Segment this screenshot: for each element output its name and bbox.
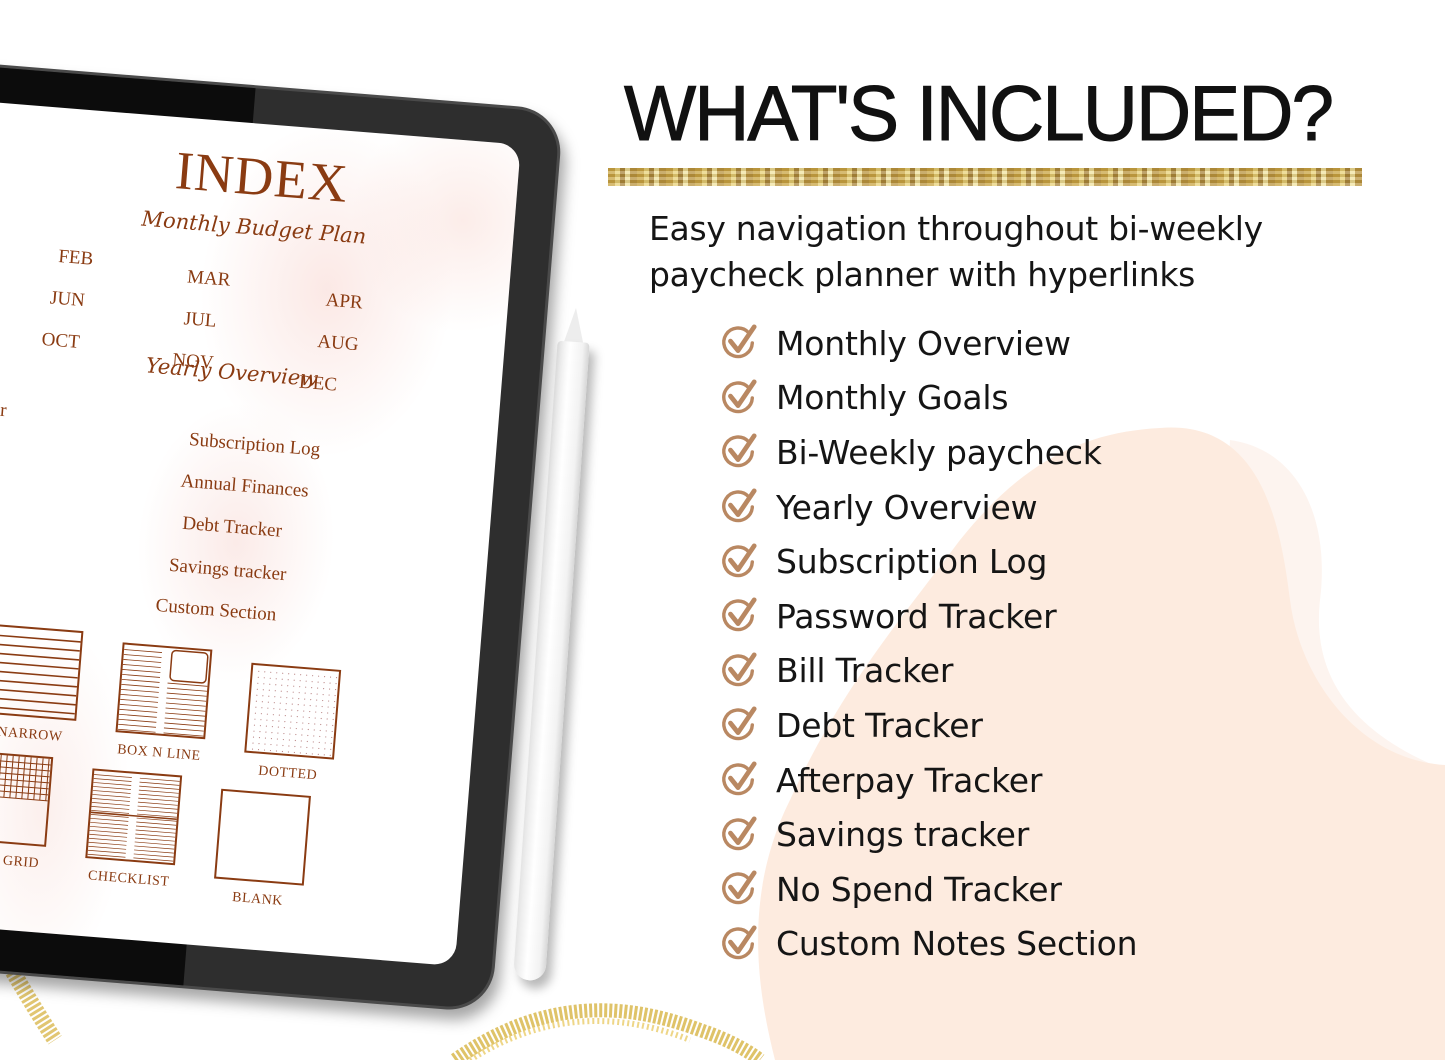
check-circle-icon [722, 433, 757, 468]
template-option[interactable]: DOTTED [242, 662, 342, 786]
intro-line-2: paycheck planner with hyperlinks [649, 255, 1196, 294]
month-link[interactable]: JUL [183, 308, 217, 333]
feature-item: Subscription Log [720, 534, 1137, 589]
gold-glitter-divider [608, 168, 1362, 186]
feature-label: Monthly Overview [776, 323, 1071, 363]
feature-list: Monthly Overview Monthly Goals Bi-Weekly p… [720, 316, 1138, 972]
feature-item: Afterpay Tracker [720, 753, 1137, 808]
template-pattern [117, 649, 209, 737]
feature-label: Bill Tracker [776, 651, 954, 691]
check-circle-icon [722, 706, 757, 741]
check-circle-icon [722, 488, 757, 523]
template-pattern [0, 634, 81, 715]
template-thumbnail [0, 623, 84, 721]
month-link[interactable]: OCT [41, 329, 81, 354]
template-option[interactable]: HALF GRID [0, 749, 54, 873]
feature-item: Monthly Goals [720, 371, 1137, 426]
feature-label: Savings tracker [776, 815, 1030, 855]
check-circle-icon [722, 652, 757, 687]
feature-label: Custom Notes Section [776, 924, 1138, 964]
month-link[interactable]: JUN [49, 287, 85, 312]
template-option[interactable]: BOX N LINE [113, 642, 213, 765]
feature-label: Afterpay Tracker [776, 760, 1043, 800]
check-circle-icon [722, 761, 757, 796]
month-link[interactable]: APR [325, 290, 364, 315]
template-pattern [216, 791, 309, 884]
feature-label: Subscription Log [776, 542, 1048, 582]
feature-label: Bi-Weekly paycheck [776, 432, 1102, 472]
template-pattern [251, 670, 338, 756]
feature-item: Password Tracker [720, 589, 1137, 644]
template-thumbnail [214, 788, 311, 886]
intro-line-1: Easy navigation throughout bi-weekly [649, 209, 1263, 248]
page-heading: WHAT'S INCLUDED? [624, 69, 1335, 158]
template-thumbnail [0, 749, 54, 847]
check-circle-icon [722, 925, 757, 960]
feature-label: No Spend Tracker [776, 869, 1062, 909]
check-circle-icon [722, 816, 757, 850]
month-link[interactable]: AUG [317, 331, 360, 356]
feature-label: Yearly Overview [776, 487, 1038, 527]
check-circle-icon [722, 597, 757, 632]
feature-label: Password Tracker [776, 596, 1057, 636]
template-label: HALF GRID [0, 850, 40, 872]
template-pattern [87, 774, 180, 862]
template-pattern [0, 754, 51, 802]
tablet-mockup: INDEX Monthly Budget Plan JANFEBMARAPRMA… [0, 55, 568, 1017]
feature-item: Yearly Overview [720, 480, 1137, 535]
feature-item: No Spend Tracker [720, 862, 1137, 917]
template-option[interactable]: CHECKLIST [83, 768, 183, 891]
feature-item: Debt Tracker [720, 698, 1137, 753]
month-link[interactable]: MAR [186, 266, 231, 291]
feature-item: Bill Tracker [720, 644, 1137, 699]
check-circle-icon [722, 324, 757, 359]
feature-item: Custom Notes Section [720, 917, 1138, 972]
check-circle-icon [722, 870, 757, 905]
feature-item: Savings tracker [720, 807, 1137, 862]
check-circle-icon [722, 379, 757, 414]
template-thumbnail [85, 768, 183, 866]
template-thumbnail [244, 662, 342, 760]
intro-text: Easy navigation throughout bi-weekly pay… [649, 206, 1263, 298]
feature-item: Bi-Weekly paycheck [720, 425, 1137, 480]
template-thumbnail [115, 642, 213, 740]
template-option[interactable]: NARROW [0, 623, 84, 747]
tablet-screen: INDEX Monthly Budget Plan JANFEBMARAPRMA… [0, 95, 521, 967]
feature-item: Monthly Overview [720, 316, 1137, 371]
template-option[interactable]: BLANK [212, 788, 311, 912]
month-link[interactable]: FEB [57, 246, 94, 271]
check-circle-icon [722, 543, 757, 577]
feature-label: Monthly Goals [776, 378, 1009, 418]
stylus-tip [563, 307, 586, 345]
feature-label: Debt Tracker [776, 705, 983, 745]
